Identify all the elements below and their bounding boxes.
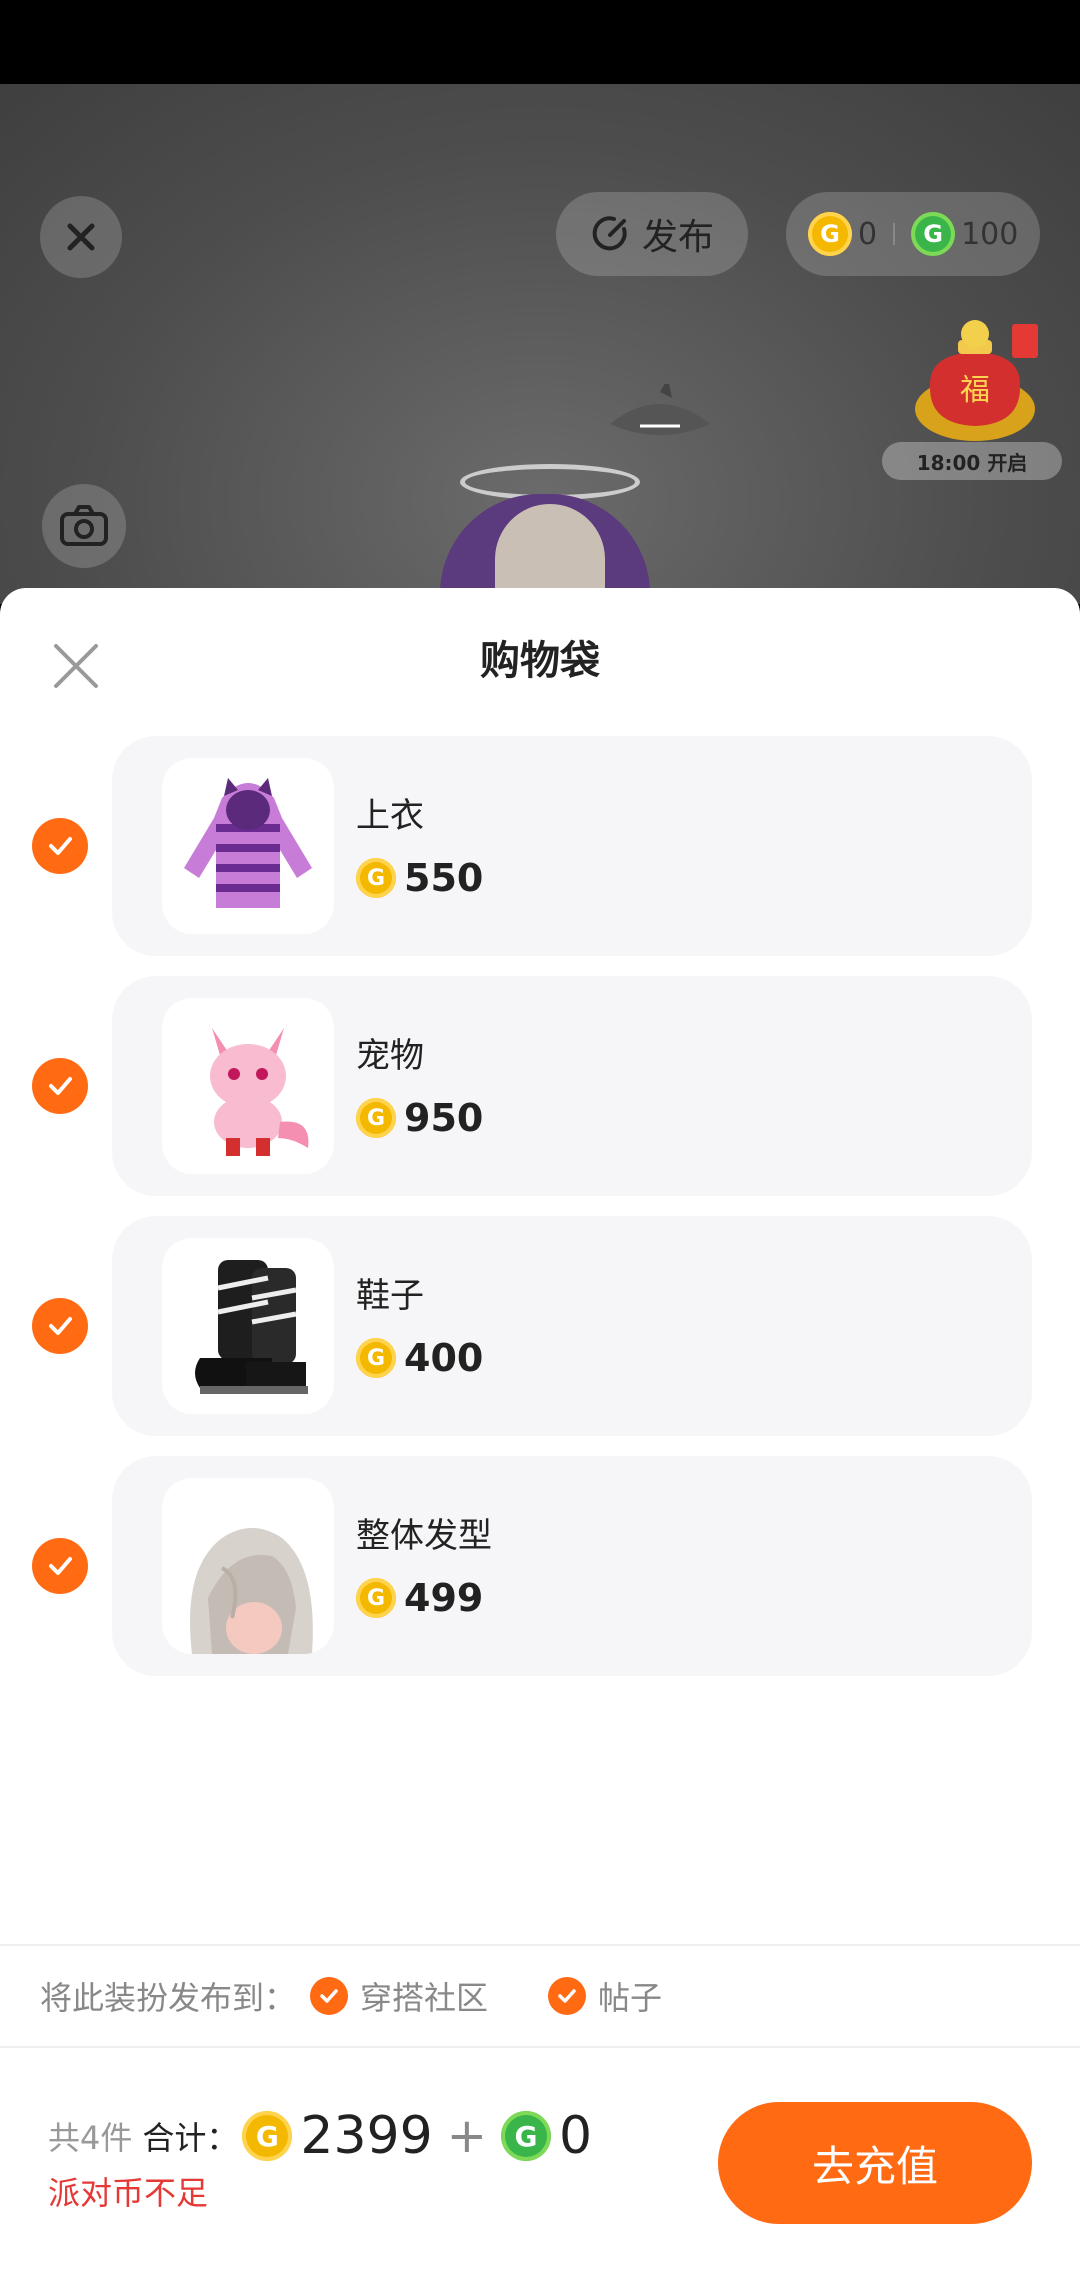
green-coin-icon: G xyxy=(911,212,956,256)
avatar-scene: 发布 G 0 G 100 福 18:00 开启 xyxy=(0,84,1080,604)
total-label: 合计： xyxy=(142,2119,239,2157)
insufficient-warning: 派对币不足 xyxy=(48,2174,209,2212)
publish-target-post[interactable]: 帖子 xyxy=(548,1973,662,2019)
price-value: 499 xyxy=(404,1576,484,1620)
party-coin-icon: G xyxy=(356,858,396,898)
check-icon xyxy=(49,837,72,855)
hair-image xyxy=(190,1528,313,1654)
party-coin-icon: G xyxy=(242,2111,293,2161)
check-icon xyxy=(548,1977,587,2015)
check-icon xyxy=(49,1317,72,1335)
publish-target-label: 帖子 xyxy=(598,1979,663,2017)
cart-item[interactable]: 鞋子 G 400 xyxy=(0,1216,1080,1436)
party-coin-icon: G xyxy=(356,1578,396,1618)
item-card[interactable]: 整体发型 G 499 xyxy=(112,1456,1032,1676)
cart-item[interactable]: 宠物 G 950 xyxy=(0,976,1080,1196)
item-price: G 400 xyxy=(356,1336,483,1380)
lucky-char: 福 xyxy=(960,373,990,408)
recharge-button[interactable]: 去充值 xyxy=(718,2102,1032,2224)
pet-image xyxy=(210,1028,309,1156)
item-checkbox[interactable] xyxy=(32,1058,88,1114)
avatar-figure xyxy=(420,464,670,604)
item-price: G 499 xyxy=(356,1576,483,1620)
publish-to-label: 将此装扮发布到： xyxy=(40,1979,297,2017)
close-icon xyxy=(67,223,95,251)
plus-sign: + xyxy=(446,2108,487,2164)
divider xyxy=(0,2046,1080,2048)
shark-pet-figure xyxy=(610,384,710,435)
event-time-badge: 18:00 开启 xyxy=(882,442,1062,480)
item-card[interactable]: 鞋子 G 400 xyxy=(112,1216,1032,1436)
green-coin-icon: G xyxy=(500,2111,551,2161)
item-thumbnail-shoes xyxy=(162,1238,334,1414)
camera-icon xyxy=(60,505,108,546)
sheet-title: 购物袋 xyxy=(480,638,600,684)
gold-total: 2399 xyxy=(300,2106,433,2166)
camera-button[interactable] xyxy=(42,484,126,568)
lucky-bag-event[interactable]: 福 18:00 开启 xyxy=(882,314,1062,484)
party-coin-icon: G xyxy=(808,212,852,256)
green-balance: 100 xyxy=(961,216,1019,252)
item-thumbnail-pet xyxy=(162,998,334,1174)
check-icon xyxy=(310,1977,349,2015)
status-bar xyxy=(0,0,1080,84)
close-scene-button[interactable] xyxy=(40,196,122,278)
gold-balance: 0 xyxy=(858,216,878,252)
currency-balance[interactable]: G 0 G 100 xyxy=(786,192,1040,276)
item-checkbox[interactable] xyxy=(32,818,88,874)
hoodie-image xyxy=(184,778,312,908)
item-card[interactable]: 宠物 G 950 xyxy=(112,976,1032,1196)
price-value: 950 xyxy=(404,1096,484,1140)
party-coin-icon: G xyxy=(356,1338,396,1378)
total-line: 共4件 合计： G 2399 + G 0 xyxy=(48,2106,592,2166)
item-count: 共4件 xyxy=(48,2119,133,2157)
event-time-label: 18:00 开启 xyxy=(916,450,1028,475)
green-total: 0 xyxy=(558,2106,593,2166)
item-price: G 550 xyxy=(356,856,483,900)
publish-button[interactable]: 发布 xyxy=(556,192,748,276)
publish-label: 发布 xyxy=(641,217,714,258)
shopping-bag-sheet: 购物袋 上衣 G 550 宠物 G 950 鞋子 G 400 整体发型 G 49… xyxy=(0,588,1080,2280)
item-name: 宠物 xyxy=(356,1036,424,1076)
publish-targets-row: 将此装扮发布到： 穿搭社区 帖子 xyxy=(40,1966,662,2026)
item-thumbnail-hair xyxy=(162,1478,334,1654)
publish-icon xyxy=(592,216,627,251)
item-checkbox[interactable] xyxy=(32,1298,88,1354)
party-coin-icon: G xyxy=(356,1098,396,1138)
price-value: 400 xyxy=(404,1336,484,1380)
lucky-bag-icon: 福 xyxy=(915,320,1038,441)
item-name: 整体发型 xyxy=(356,1516,492,1556)
item-checkbox[interactable] xyxy=(32,1538,88,1594)
item-name: 上衣 xyxy=(356,796,424,836)
check-icon xyxy=(49,1077,72,1095)
publish-target-label: 穿搭社区 xyxy=(360,1979,489,2017)
balance-separator xyxy=(893,223,896,245)
price-value: 550 xyxy=(404,856,484,900)
publish-target-community[interactable]: 穿搭社区 xyxy=(310,1973,488,2019)
cart-item[interactable]: 整体发型 G 499 xyxy=(0,1456,1080,1676)
item-name: 鞋子 xyxy=(356,1276,424,1316)
item-price: G 950 xyxy=(356,1096,483,1140)
item-thumbnail-top xyxy=(162,758,334,934)
shoes-image xyxy=(195,1260,308,1394)
item-card[interactable]: 上衣 G 550 xyxy=(112,736,1032,956)
check-icon xyxy=(49,1557,72,1575)
cart-item[interactable]: 上衣 G 550 xyxy=(0,736,1080,956)
order-summary: 共4件 合计： G 2399 + G 0 派对币不足 xyxy=(48,2106,592,2214)
divider xyxy=(0,1944,1080,1946)
